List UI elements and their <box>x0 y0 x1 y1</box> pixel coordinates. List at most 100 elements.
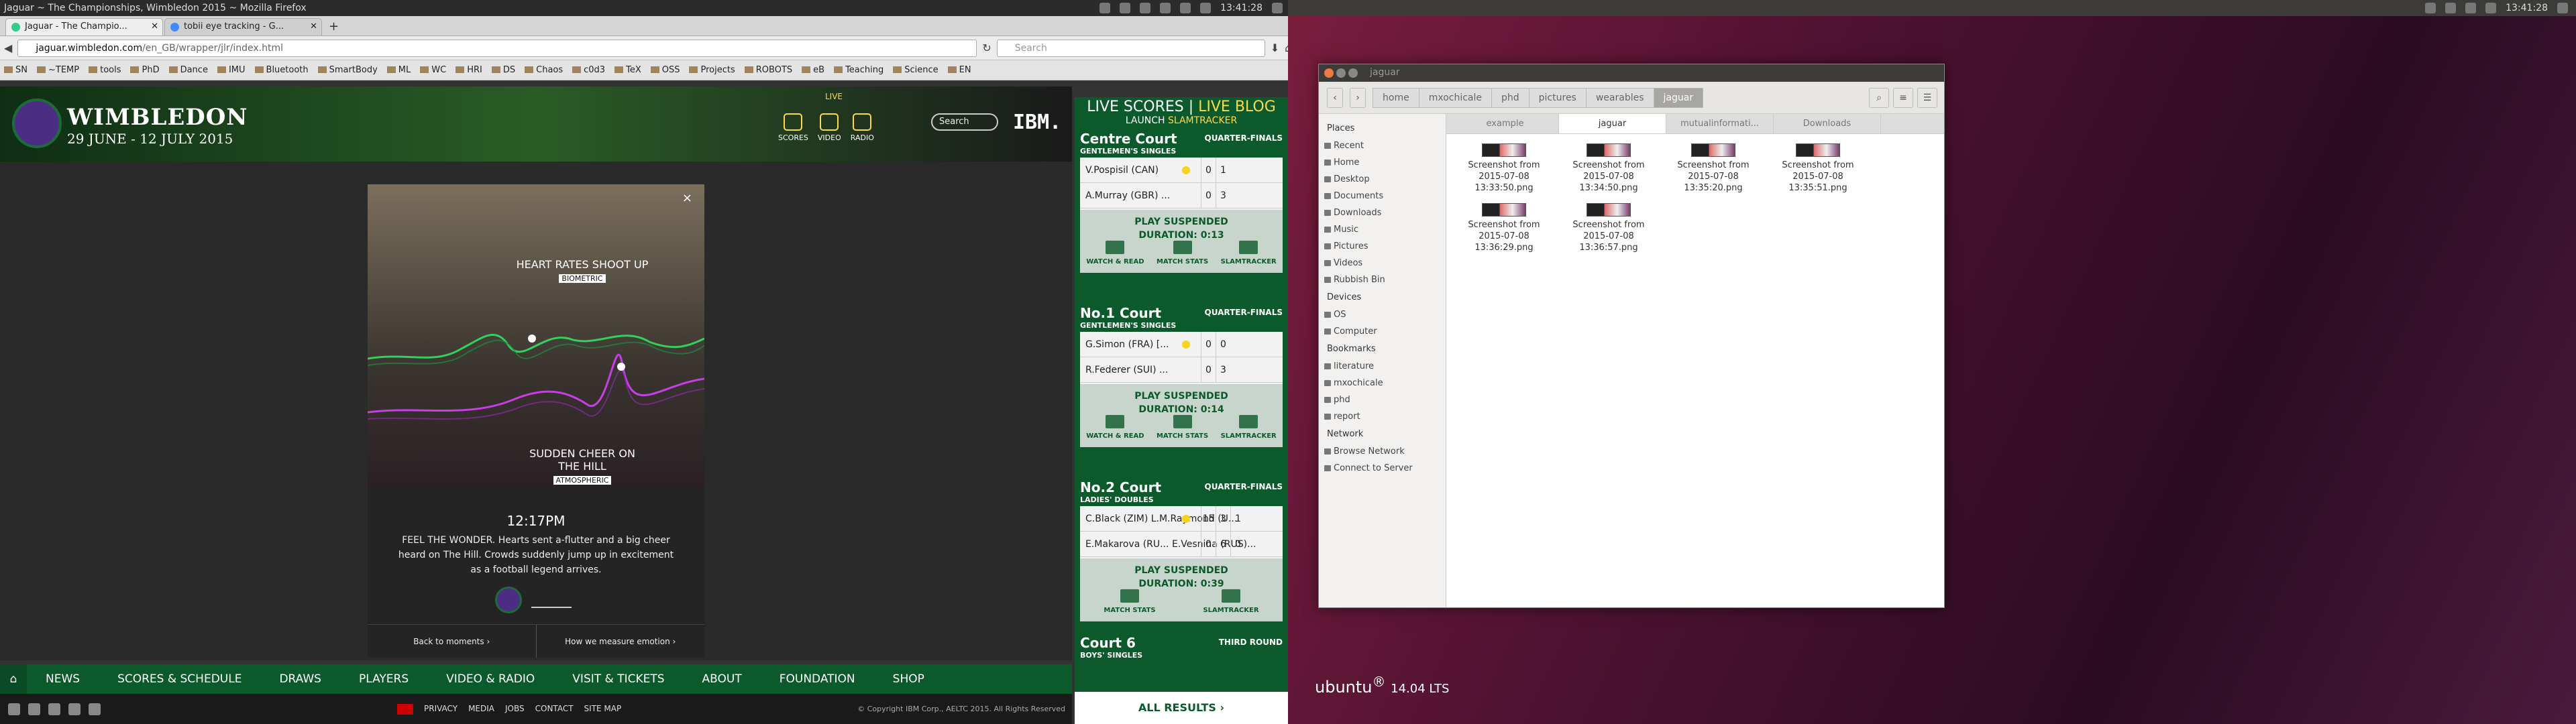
live-scores-title[interactable]: LIVE SCORES <box>1087 99 1183 115</box>
nav-item[interactable]: ABOUT <box>684 672 761 686</box>
network-icon[interactable] <box>1140 3 1151 13</box>
google-plus-icon[interactable] <box>8 703 20 715</box>
footer-link[interactable]: MEDIA <box>468 704 494 715</box>
court-card[interactable]: Centre Court QUARTER-FINALS GENTLEMEN'S SI… <box>1080 131 1283 273</box>
bookmark-folder[interactable]: SmartBody <box>318 65 378 75</box>
match-action-button[interactable]: SLAMTRACKER <box>1221 415 1277 443</box>
file-tab[interactable]: mutualinformati... <box>1666 114 1774 133</box>
sidebar-item[interactable]: Recent <box>1319 137 1446 154</box>
mail-icon[interactable] <box>1120 3 1131 13</box>
match-action-button[interactable]: WATCH & READ <box>1086 415 1144 443</box>
file-tab[interactable]: example <box>1452 114 1559 133</box>
search-icon[interactable]: ⌕ <box>1869 87 1889 108</box>
breadcrumb-item[interactable]: home <box>1373 87 1419 108</box>
bookmark-folder[interactable]: ROBOTS <box>745 65 792 75</box>
bookmark-folder[interactable]: HRI <box>455 65 482 75</box>
sidebar-item[interactable]: Rubbish Bin <box>1319 272 1446 288</box>
nav-item[interactable]: DRAWS <box>260 672 340 686</box>
close-icon[interactable]: × <box>682 191 692 205</box>
close-tab-icon[interactable]: ✕ <box>310 19 317 35</box>
bluetooth-icon[interactable] <box>1160 3 1171 13</box>
list-view-icon[interactable]: ≡ <box>1893 87 1913 108</box>
radio-button[interactable]: RADIO <box>851 113 874 142</box>
tab-tobii[interactable]: tobii eye tracking - G... ✕ <box>164 18 322 36</box>
url-bar[interactable]: jaguar.wimbledon.com/en_GB/wrapper/jlr/i… <box>17 39 977 57</box>
back-icon[interactable]: ◀ <box>4 41 12 56</box>
nav-item[interactable]: PLAYERS <box>340 672 427 686</box>
match-action-button[interactable]: WATCH & READ <box>1086 241 1144 269</box>
gear-icon[interactable] <box>2557 3 2568 13</box>
new-tab-button[interactable]: + <box>323 18 344 36</box>
nav-item[interactable]: VIDEO & RADIO <box>427 672 553 686</box>
match-action-button[interactable]: MATCH STATS <box>1157 415 1208 443</box>
bookmark-folder[interactable]: Science <box>893 65 938 75</box>
breadcrumb-item[interactable]: mxochicale <box>1418 87 1492 108</box>
bookmark-folder[interactable]: Bluetooth <box>255 65 309 75</box>
bookmark-folder[interactable]: EN <box>948 65 971 75</box>
sidebar-item[interactable]: Pictures <box>1319 238 1446 255</box>
sidebar-item[interactable]: phd <box>1319 391 1446 408</box>
breadcrumb-item[interactable]: wearables <box>1585 87 1654 108</box>
back-to-moments-link[interactable]: Back to moments › <box>368 625 536 658</box>
court-card[interactable]: No.1 Court QUARTER-FINALS GENTLEMEN'S SING… <box>1080 305 1283 447</box>
footer-link[interactable]: JOBS <box>505 704 525 715</box>
file-item[interactable]: Screenshot from 2015-07-08 13:34:50.png <box>1558 143 1660 194</box>
sidebar-item[interactable]: Computer <box>1319 323 1446 340</box>
vlc-icon[interactable] <box>2425 3 2436 13</box>
bookmark-folder[interactable]: ML <box>387 65 411 75</box>
bookmark-folder[interactable]: Teaching <box>834 65 883 75</box>
bookmark-folder[interactable]: WC <box>420 65 446 75</box>
nav-item[interactable]: FOUNDATION <box>761 672 874 686</box>
bookmark-folder[interactable]: ~TEMP <box>37 65 79 75</box>
close-tab-icon[interactable]: ✕ <box>151 19 158 35</box>
bookmark-folder[interactable]: PhD <box>130 65 159 75</box>
nav-item[interactable]: SHOP <box>874 672 943 686</box>
bookmark-folder[interactable]: TeX <box>614 65 641 75</box>
bookmark-folder[interactable]: OSS <box>651 65 680 75</box>
youtube-icon[interactable] <box>68 703 80 715</box>
bookmark-folder[interactable]: c0d3 <box>572 65 605 75</box>
breadcrumb-item[interactable]: phd <box>1491 87 1529 108</box>
file-item[interactable]: Screenshot from 2015-07-08 13:36:57.png <box>1558 203 1660 253</box>
clock[interactable]: 13:41:28 <box>2506 0 2548 16</box>
all-results-button[interactable]: ALL RESULTS › <box>1075 692 1288 724</box>
sidebar-item[interactable]: Documents <box>1319 188 1446 204</box>
match-action-button[interactable]: SLAMTRACKER <box>1203 589 1258 617</box>
breadcrumb-item[interactable]: jaguar <box>1653 87 1704 108</box>
home-icon[interactable]: ⌂ <box>0 664 27 694</box>
bookmark-folder[interactable]: IMU <box>217 65 246 75</box>
search-input[interactable]: Search <box>996 39 1265 57</box>
launch-slamtracker[interactable]: LAUNCH SLAMTRACKER <box>1075 115 1288 126</box>
sidebar-item[interactable]: mxochicale <box>1319 375 1446 391</box>
sidebar-item[interactable]: Desktop <box>1319 171 1446 188</box>
mail-icon[interactable] <box>2445 3 2457 13</box>
bookmark-folder[interactable]: SN <box>4 65 28 75</box>
bookmark-folder[interactable]: Chaos <box>525 65 563 75</box>
bookmark-folder[interactable]: Projects <box>689 65 735 75</box>
match-action-button[interactable]: SLAMTRACKER <box>1221 241 1277 269</box>
sidebar-item[interactable]: report <box>1319 408 1446 425</box>
bookmark-folder[interactable]: eB <box>802 65 824 75</box>
sidebar-item[interactable]: literature <box>1319 358 1446 375</box>
bookmark-folder[interactable]: DS <box>492 65 515 75</box>
nav-item[interactable]: NEWS <box>27 672 99 686</box>
file-item[interactable]: Screenshot from 2015-07-08 13:35:20.png <box>1662 143 1764 194</box>
nav-item[interactable]: SCORES & SCHEDULE <box>99 672 260 686</box>
file-tab[interactable]: jaguar <box>1559 114 1666 133</box>
bookmark-folder[interactable]: Dance <box>169 65 208 75</box>
nav-item[interactable]: VISIT & TICKETS <box>553 672 683 686</box>
file-tab[interactable]: Downloads <box>1774 114 1881 133</box>
match-action-button[interactable]: MATCH STATS <box>1104 589 1155 617</box>
maximize-icon[interactable] <box>1348 68 1358 78</box>
tab-jaguar[interactable]: Jaguar - The Champio... ✕ <box>5 18 163 36</box>
battery-icon[interactable] <box>1180 3 1191 13</box>
wimbledon-logo[interactable] <box>12 99 62 148</box>
reload-icon[interactable]: ↻ <box>982 41 991 56</box>
gear-icon[interactable] <box>1272 3 1283 13</box>
facebook-icon[interactable] <box>48 703 60 715</box>
ibm-logo[interactable]: IBM. <box>1013 111 1061 134</box>
instagram-icon[interactable] <box>89 703 101 715</box>
footer-link[interactable]: CONTACT <box>535 704 574 715</box>
download-icon[interactable]: ⬇ <box>1271 41 1279 56</box>
file-item[interactable]: Screenshot from 2015-07-08 13:33:50.png <box>1453 143 1555 194</box>
